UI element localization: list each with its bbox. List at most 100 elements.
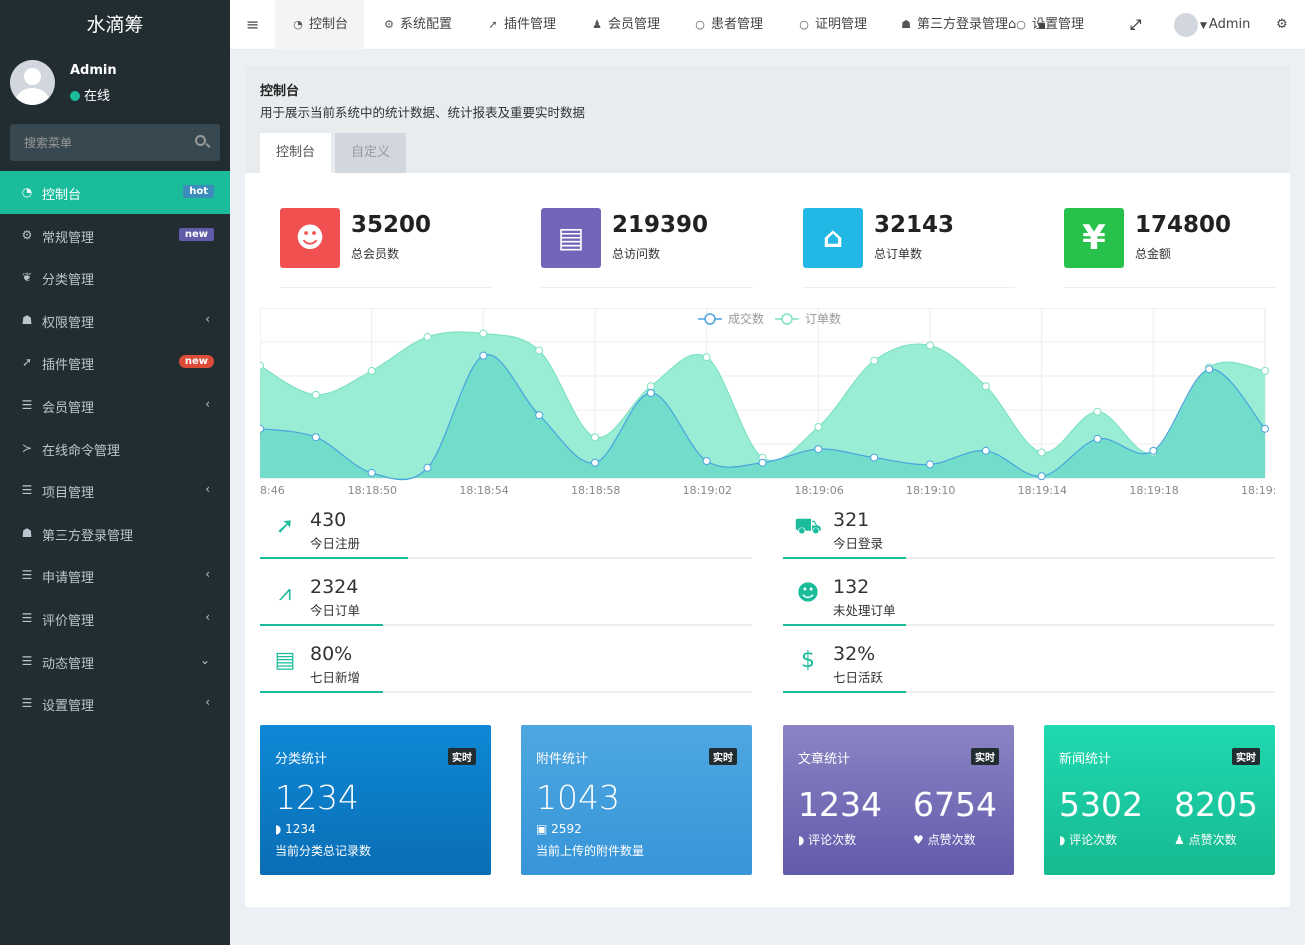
data-point[interactable] [926,460,934,469]
data-point[interactable] [814,423,823,431]
top-tab-1[interactable]: ⚙ 系统配置 [366,0,468,50]
data-point[interactable] [311,433,320,442]
app-logo[interactable]: 水滴筹 [0,0,230,50]
chevron-icon: ⌄ [199,652,210,667]
sidebar-item-10[interactable]: ☰ 评价管理 ‹ [0,597,230,640]
chevron-icon: ‹ [205,396,210,411]
data-point[interactable] [535,346,544,355]
mini-stat-progress [783,624,906,626]
sidebar-item-1[interactable]: ⚙ 常规管理 new [0,214,230,257]
list-icon: ☰ [21,610,33,625]
user-panel: Admin 在线 [0,50,230,116]
data-point[interactable] [591,458,599,467]
data-point[interactable] [1261,366,1269,375]
data-point[interactable] [702,353,711,362]
menu-search-input[interactable]: 搜索菜单 [10,124,220,161]
data-point[interactable] [1093,434,1102,443]
data-point[interactable] [423,463,432,472]
card-title: 文章统计 [798,752,851,767]
top-tab-2[interactable]: ➚ 插件管理 [470,0,572,50]
data-point[interactable] [423,332,432,341]
sidebar-item-2[interactable]: ❦ 分类管理 [0,256,230,299]
dollar-icon: $ [801,648,815,673]
realtime-badge: 实时 [971,748,999,765]
legend-label[interactable]: 订单数 [805,311,841,326]
user-status: 在线 [70,85,110,104]
data-point[interactable] [981,446,990,455]
data-point[interactable] [367,468,376,477]
x-tick-label: 18:19:10 [906,484,955,497]
data-point[interactable] [702,457,711,465]
card-sub-value: 1234 [285,822,316,836]
data-point[interactable] [479,329,488,338]
card-title: 附件统计 [536,752,589,767]
sidebar-item-5[interactable]: ☰ 会员管理 ‹ [0,384,230,427]
sidebar-item-6[interactable]: ≻ 在线命令管理 [0,427,230,470]
mini-stat-label: 未处理订单 [833,603,896,618]
data-point[interactable] [367,366,376,375]
data-point[interactable] [1205,365,1214,374]
data-point[interactable] [870,453,879,462]
sidebar-item-0[interactable]: ◔ 控制台 hot [0,171,230,214]
book-icon: ▤ [541,208,601,268]
data-point[interactable] [646,389,655,397]
home-icon[interactable]: ⌂ [1008,0,1016,50]
trash-icon[interactable]: ▪ [1038,0,1046,50]
user-status-label: 在线 [84,89,111,104]
sidebar-item-4[interactable]: ➚ 插件管理 new [0,341,230,384]
data-point[interactable] [814,445,823,454]
user-menu[interactable]: ▼ Admin [1174,0,1250,50]
data-point[interactable] [1093,407,1102,416]
tab-custom[interactable]: 自定义 [335,133,407,173]
legend-marker[interactable] [781,313,793,325]
group-icon: ☗ [21,312,33,327]
search-icon[interactable] [195,135,206,146]
legend-marker[interactable] [704,313,716,325]
card-title: 分类统计 [275,752,328,767]
data-point[interactable] [256,361,264,370]
data-point[interactable] [479,351,488,360]
sidebar-item-12[interactable]: ☰ 设置管理 ‹ [0,682,230,725]
data-point[interactable] [926,341,934,350]
topbar-username: Admin [1208,17,1251,32]
x-tick-label: 18:18:54 [459,484,508,497]
data-point[interactable] [591,433,599,442]
sidebar-item-11[interactable]: ☰ 动态管理 ⌄ [0,640,230,683]
data-point[interactable] [535,411,544,420]
legend-label[interactable]: 成交数 [728,311,764,326]
stat-box: ☻ 35200 总会员数 [280,208,492,288]
data-point[interactable] [870,356,879,365]
terminal-icon: ≻ [21,440,33,455]
data-point[interactable] [1261,424,1269,433]
data-point[interactable] [981,382,990,391]
top-tab-0[interactable]: ◔ 控制台 [275,0,365,50]
x-tick-label: 18:19:06 [794,484,843,497]
sidebar-item-label: 在线命令管理 [42,443,121,459]
comment-icon: ◗ [1059,833,1066,847]
yen-icon: ¥ [1064,208,1124,268]
settings-cogs-icon[interactable]: ⚙ [1276,0,1288,50]
data-point[interactable] [311,390,320,399]
top-tab-label: 患者管理 [711,17,764,32]
data-point[interactable] [256,424,264,433]
sidebar-item-9[interactable]: ☰ 申请管理 ‹ [0,554,230,597]
top-tab-3[interactable]: ♟ 会员管理 [574,0,676,50]
tab-dashboard[interactable]: 控制台 [260,133,332,173]
top-tab-4[interactable]: ○ 患者管理 [677,0,779,50]
sidebar-item-label: 第三方登录管理 [42,528,134,544]
sidebar-item-3[interactable]: ☗ 权限管理 ‹ [0,299,230,342]
data-point[interactable] [1149,446,1158,455]
mini-stat-label: 今日登录 [833,536,884,551]
sidebar-item-8[interactable]: ☗ 第三方登录管理 [0,512,230,555]
caret-down-icon: ▼ [1200,21,1207,31]
fullscreen-icon[interactable]: ⤢ [1130,0,1141,50]
data-point[interactable] [1037,472,1046,481]
mini-stat: ▤ 80% 七日新增 [260,640,752,693]
data-point[interactable] [646,382,655,391]
chevron-icon: ‹ [205,609,210,624]
top-tab-5[interactable]: ○ 证明管理 [781,0,883,50]
sidebar-item-7[interactable]: ☰ 项目管理 ‹ [0,469,230,512]
data-point[interactable] [758,458,767,467]
data-point[interactable] [1037,448,1046,457]
menu-toggle-icon[interactable]: ≡ [246,0,259,50]
